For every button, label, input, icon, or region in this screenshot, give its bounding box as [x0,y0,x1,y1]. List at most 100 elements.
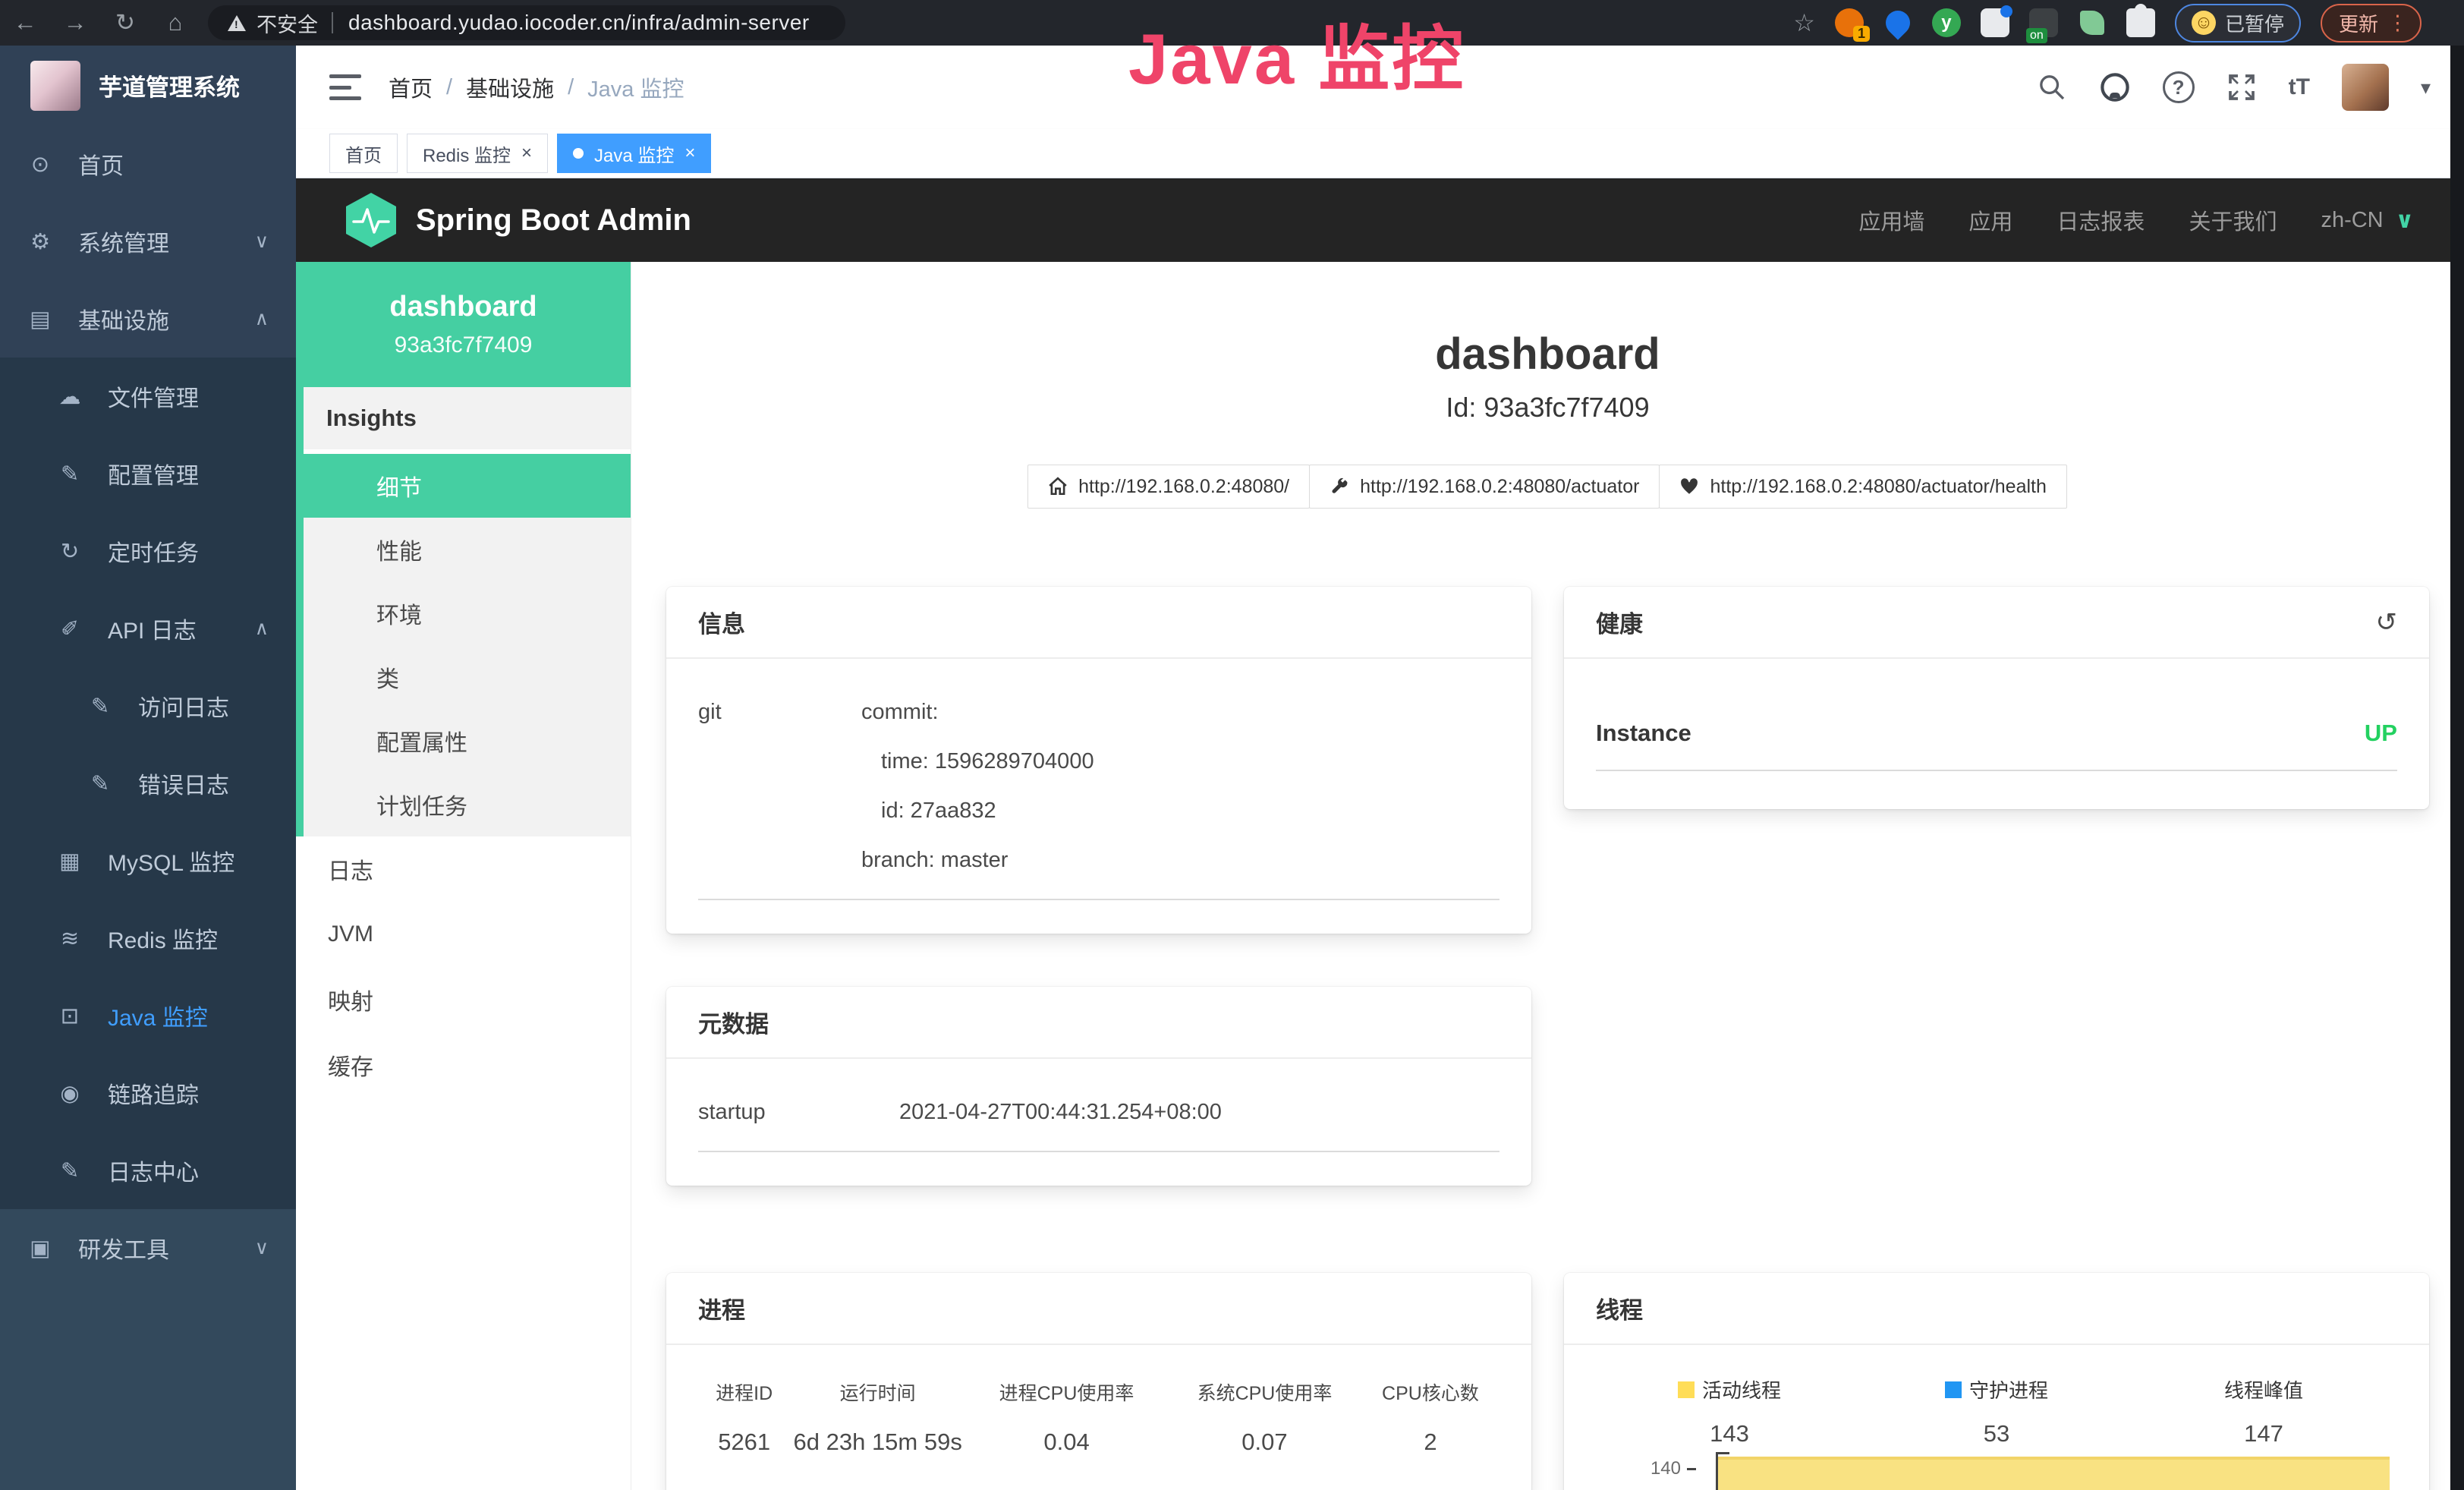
user-caret-icon[interactable]: ▾ [2421,76,2431,99]
sba-brand[interactable]: Spring Boot Admin [346,193,691,247]
instance-item-caches[interactable]: 缓存 [296,1032,631,1098]
sba-nav-journal[interactable]: 日志报表 [2056,204,2145,236]
sidebar-item-error-log[interactable]: ✎ 错误日志 [0,745,296,822]
extensions-puzzle-icon[interactable] [2126,8,2155,37]
browser-reload-icon[interactable]: ↻ [100,9,150,36]
sidebar-item-home[interactable]: ⊙ 首页 [0,125,296,203]
profile-emoji-icon: ☺ [2192,11,2216,35]
sba-nav-wallboard[interactable]: 应用墙 [1858,204,1924,236]
metadata-value: 2021-04-27T00:44:31.254+08:00 [899,1100,1222,1125]
page-url[interactable]: dashboard.yudao.iocoder.cn/infra/admin-s… [348,11,810,35]
chrome-update-button[interactable]: 更新 ⋮ [2321,4,2422,43]
metadata-card: 元数据 startup 2021-04-27T00:44:31.254+08:0… [666,987,1531,1186]
process-col-cores: CPU核心数 [1361,1378,1499,1406]
sba-language-value: zh-CN [2321,208,2383,233]
breadcrumb-infra[interactable]: 基础设施 [466,71,554,103]
sidebar-item-api-log[interactable]: ✐ API 日志 ∧ [0,590,296,667]
insights-section: Insights 细节 性能 环境 类 配置属性 计划任务 [296,387,631,836]
chevron-up-icon: ∧ [255,617,269,640]
sidebar-item-label: 链路追踪 [108,1076,199,1110]
sidebar-item-access-log[interactable]: ✎ 访问日志 [0,667,296,745]
breadcrumb-home[interactable]: 首页 [389,71,433,103]
extension-leaf-icon[interactable] [2078,8,2107,37]
instance-item-jvm[interactable]: JVM [296,902,631,967]
sba-nav-about[interactable]: 关于我们 [2189,204,2277,236]
threads-plot-area [1716,1452,2390,1490]
insights-item-metrics[interactable]: 性能 [304,518,631,581]
detail-cards: 信息 git commit: time: 1596289704000 id: 2… [666,587,2429,1490]
sidebar-item-tracing[interactable]: ◉ 链路追踪 [0,1054,296,1132]
sidebar-item-label: 日志中心 [108,1154,199,1187]
cloud-icon: ☁ [55,383,85,410]
bookmark-star-icon[interactable]: ☆ [1793,8,1815,37]
tab-java-monitor[interactable]: Java 监控 × [557,134,711,173]
sidebar-item-devtools[interactable]: ▣ 研发工具 ∨ [0,1209,296,1287]
insights-heading[interactable]: Insights [304,387,631,454]
endpoint-home-button[interactable]: http://192.168.0.2:48080/ [1027,465,1310,509]
sidebar-item-jobs[interactable]: ↻ 定时任务 [0,512,296,590]
sidebar: 芋道管理系统 ⊙ 首页 ⚙ 系统管理 ∨ ▤ 基础设施 ∧ ☁ [0,46,296,1490]
sba-nav-applications[interactable]: 应用 [1968,204,2012,236]
hamburger-icon[interactable] [329,74,361,100]
browser-forward-icon[interactable]: → [50,9,100,36]
sidebar-item-label: Redis 监控 [108,921,218,955]
sidebar-item-files[interactable]: ☁ 文件管理 [0,358,296,435]
edit-icon: ✎ [55,461,85,487]
sidebar-item-config[interactable]: ✎ 配置管理 [0,435,296,512]
user-avatar[interactable] [2342,64,2389,111]
tab-label: 首页 [345,140,382,167]
sidebar-item-mysql[interactable]: ▦ MySQL 监控 [0,822,296,899]
extension-pin-icon[interactable] [1883,8,1912,37]
security-label[interactable]: 不安全 [256,8,318,38]
browser-scrollbar[interactable] [2450,46,2464,1490]
sba-logo-icon [346,193,396,247]
extension-y-icon[interactable]: y [1932,8,1961,37]
insights-item-classes[interactable]: 类 [304,645,631,709]
home-icon [1048,477,1068,496]
process-card: 进程 进程ID 5261 运行时间 6d 23h 15m 59 [666,1273,1531,1490]
endpoint-health-button[interactable]: http://192.168.0.2:48080/actuator/health [1659,465,2066,509]
endpoint-actuator-button[interactable]: http://192.168.0.2:48080/actuator [1309,465,1660,509]
close-icon[interactable]: × [684,143,695,164]
update-label: 更新 [2339,9,2378,37]
instance-name: dashboard [389,291,537,323]
paused-profile-chip[interactable]: ☺ 已暂停 [2175,4,2301,43]
close-icon[interactable]: × [521,143,532,164]
wrench-icon [1330,477,1349,496]
address-bar[interactable]: ! 不安全 dashboard.yudao.iocoder.cn/infra/a… [208,5,845,40]
tab-redis-monitor[interactable]: Redis 监控 × [407,134,548,173]
history-icon[interactable]: ↺ [2376,607,2398,638]
browser-home-icon[interactable]: ⌂ [150,9,200,36]
instance-item-logs[interactable]: 日志 [296,836,631,902]
sidebar-item-redis[interactable]: ≋ Redis 监控 [0,899,296,977]
sidebar-item-java-monitor[interactable]: ⊡ Java 监控 [0,977,296,1054]
info-key: git [698,700,861,873]
instance-item-mappings[interactable]: 映射 [296,967,631,1032]
sidebar-filler [0,1287,296,1490]
extension-grid-icon[interactable] [1981,8,2009,37]
sba-language-select[interactable]: zh-CN ∨ [2321,207,2414,234]
endpoint-url: http://192.168.0.2:48080/ [1078,476,1289,498]
extension-switch-icon[interactable]: on [2029,8,2058,37]
github-icon[interactable] [2099,71,2131,103]
browser-menu-icon[interactable]: ⋮ [2387,11,2408,35]
insights-item-details[interactable]: 细节 [304,454,631,518]
tab-home[interactable]: 首页 [329,134,398,173]
health-instance-row[interactable]: Instance UP [1596,715,2397,771]
help-icon[interactable]: ? [2163,71,2195,103]
fullscreen-icon[interactable] [2226,72,2257,102]
instance-header[interactable]: dashboard 93a3fc7f7409 [296,262,631,387]
search-icon[interactable] [2037,72,2067,102]
live-threads-label: 活动线程 [1702,1375,1781,1403]
sidebar-item-infra[interactable]: ▤ 基础设施 ∧ [0,280,296,358]
process-col-pid: 进程ID [698,1378,790,1406]
insights-item-config-props[interactable]: 配置属性 [304,709,631,773]
insights-item-environment[interactable]: 环境 [304,581,631,645]
insights-item-scheduled-tasks[interactable]: 计划任务 [304,773,631,836]
threads-chart: 140 120 100 [1596,1458,2397,1490]
sidebar-item-log-center[interactable]: ✎ 日志中心 [0,1132,296,1209]
text-size-icon[interactable]: tT [2289,74,2310,100]
extension-colorzilla-icon[interactable]: 1 [1835,8,1864,37]
sidebar-item-system[interactable]: ⚙ 系统管理 ∨ [0,203,296,280]
browser-back-icon[interactable]: ← [0,9,50,36]
